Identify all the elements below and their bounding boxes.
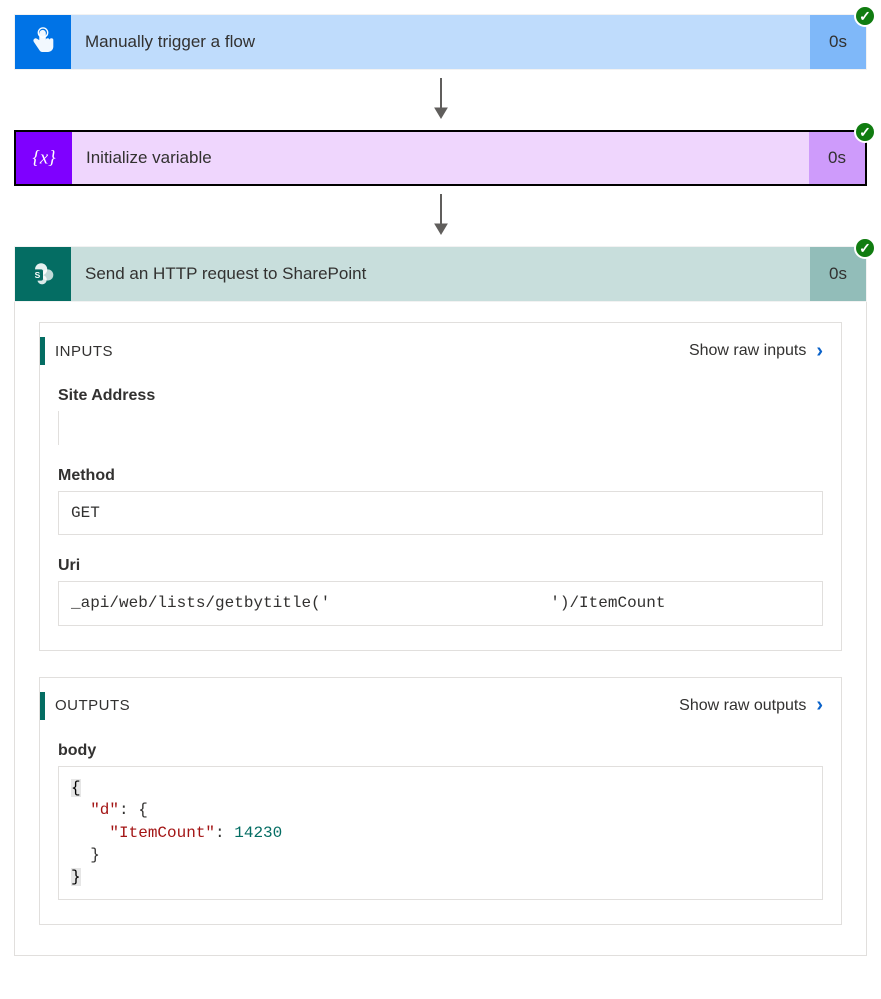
sharepoint-icon: S — [15, 247, 71, 301]
body-label: body — [58, 742, 823, 760]
step-http-sharepoint[interactable]: S Send an HTTP request to SharePoint 0s … — [14, 246, 867, 956]
variable-icon: {x} — [16, 132, 72, 184]
step-title: Initialize variable — [72, 132, 809, 184]
step-title: Manually trigger a flow — [71, 15, 810, 69]
svg-text:S: S — [35, 270, 41, 280]
site-address-label: Site Address — [58, 387, 823, 405]
uri-label: Uri — [58, 557, 823, 575]
method-value: GET — [58, 491, 823, 535]
success-badge-icon — [854, 5, 876, 27]
arrow-down-icon — [14, 186, 867, 246]
accent-bar — [40, 337, 45, 365]
chevron-right-icon[interactable]: › — [816, 340, 823, 363]
touch-icon — [15, 15, 71, 69]
inputs-heading: INPUTS — [55, 343, 689, 360]
method-label: Method — [58, 467, 823, 485]
step-initialize-variable[interactable]: {x} Initialize variable 0s — [14, 130, 867, 186]
step-trigger[interactable]: Manually trigger a flow 0s — [14, 14, 867, 70]
uri-value: _api/web/lists/getbytitle('')/ItemCount — [58, 581, 823, 625]
outputs-heading: OUTPUTS — [55, 697, 679, 714]
svg-text:{x}: {x} — [32, 148, 56, 169]
outputs-panel: OUTPUTS Show raw outputs › body { "d": {… — [39, 677, 842, 925]
chevron-right-icon[interactable]: › — [816, 694, 823, 717]
success-badge-icon — [854, 121, 876, 143]
inputs-panel: INPUTS Show raw inputs › Site Address Me… — [39, 322, 842, 651]
arrow-down-icon — [14, 70, 867, 130]
accent-bar — [40, 692, 45, 720]
step-details: INPUTS Show raw inputs › Site Address Me… — [14, 302, 867, 956]
show-raw-inputs-link[interactable]: Show raw inputs — [689, 342, 806, 360]
site-address-value — [58, 411, 62, 445]
show-raw-outputs-link[interactable]: Show raw outputs — [679, 697, 806, 715]
step-title: Send an HTTP request to SharePoint — [71, 247, 810, 301]
body-value: { "d": { "ItemCount": 14230 } } — [58, 766, 823, 900]
success-badge-icon — [854, 237, 876, 259]
